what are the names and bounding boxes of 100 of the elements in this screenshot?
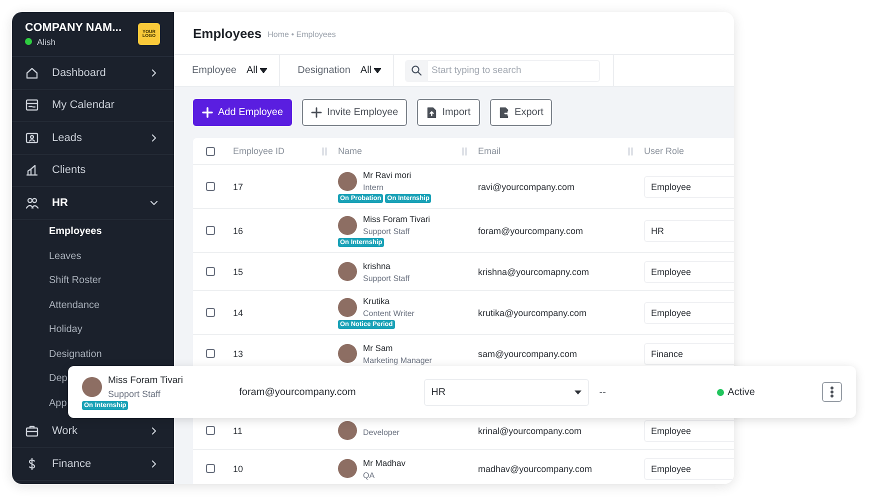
employee-name[interactable]: Mr Sam	[363, 342, 432, 352]
checkbox[interactable]	[206, 349, 215, 358]
people-icon	[25, 196, 39, 210]
submenu-item[interactable]: Designation	[12, 342, 102, 366]
user-name: Alish	[37, 36, 56, 46]
employee-name[interactable]: Mr Madhav	[363, 458, 406, 468]
table-cell: krinal@yourcompany.com	[478, 426, 582, 436]
employee-name[interactable]: Miss Foram Tivari	[363, 214, 430, 224]
role-dropdown[interactable]: Finance	[644, 342, 734, 364]
submenu-item[interactable]: App	[12, 391, 67, 416]
checkbox[interactable]	[206, 182, 215, 191]
checkbox[interactable]	[206, 426, 215, 435]
chevron-right-icon	[149, 426, 159, 436]
reports-to: --	[599, 386, 607, 398]
table-cell: 15	[233, 266, 244, 276]
role-dropdown[interactable]: Employee	[644, 420, 734, 442]
role-dropdown[interactable]: HR	[424, 378, 590, 406]
table-cell: sam@yourcompany.com	[478, 348, 577, 358]
bar-chart-icon	[25, 163, 39, 178]
table-cell: 11	[233, 426, 242, 436]
table-cell: krishna@yourcomapny.com	[478, 266, 590, 276]
chevron-right-icon	[149, 68, 159, 78]
checkbox[interactable]	[206, 146, 215, 156]
toolbar-button[interactable]: Import	[417, 99, 480, 126]
designation: Support Staff	[363, 227, 411, 236]
table-cell: 17	[233, 182, 244, 192]
avatar	[338, 421, 357, 440]
designation: Support Staff	[108, 388, 162, 398]
caret-icon	[374, 68, 381, 73]
toolbar-button[interactable]: Invite Employee	[302, 99, 408, 126]
submenu-item[interactable]: Attendance	[12, 293, 100, 318]
designation: Developer	[363, 428, 400, 436]
checkbox[interactable]	[206, 308, 215, 317]
checkbox[interactable]	[206, 464, 215, 473]
sort-icon	[627, 146, 634, 156]
designation: Content Writer	[363, 309, 414, 318]
caret-icon	[574, 390, 582, 394]
filter-label: Designation	[298, 65, 350, 76]
filter-dropdown[interactable]: All	[360, 65, 381, 76]
sort-icon	[461, 146, 468, 156]
chevron-right-icon	[149, 132, 159, 143]
table-cell: 16	[233, 226, 244, 236]
search-icon	[410, 65, 422, 76]
email: foram@yourcompany.com	[239, 386, 357, 398]
file-upload-icon	[426, 107, 438, 118]
id-card-icon	[25, 130, 39, 145]
employee-name[interactable]: Mr Ravi mori	[363, 170, 412, 180]
more-options-button[interactable]	[822, 382, 842, 402]
avatar	[338, 459, 357, 478]
briefcase-icon	[25, 424, 39, 438]
table-cell: 13	[233, 348, 244, 358]
designation: Support Staff	[363, 274, 410, 282]
role-dropdown[interactable]: Employee	[644, 260, 734, 282]
search-field[interactable]: Start typing to search	[428, 60, 600, 82]
employee-name[interactable]: krishna	[363, 260, 410, 270]
caret-icon	[260, 68, 267, 73]
avatar	[338, 262, 357, 281]
plus-icon	[311, 107, 322, 118]
checkbox[interactable]	[206, 267, 215, 276]
table-cell: madhav@yourcompany.com	[478, 464, 592, 474]
table-cell: ravi@yourcompany.com	[478, 182, 574, 192]
house-icon	[25, 66, 39, 80]
company-name: COMPANY NAM...	[25, 22, 122, 34]
plus-icon	[202, 107, 213, 118]
designation: Marketing Manager	[363, 356, 432, 364]
role-dropdown[interactable]: Employee	[644, 176, 734, 198]
role-dropdown[interactable]: HR	[644, 220, 734, 242]
breadcrumb: Home • Employees	[268, 30, 336, 38]
designation: Intern	[363, 183, 384, 192]
role-dropdown[interactable]: Employee	[644, 458, 734, 480]
toolbar-button[interactable]: Add Employee	[193, 99, 292, 126]
submenu-item[interactable]: Leaves	[12, 244, 82, 268]
table-cell: krutika@yourcompany.com	[478, 308, 587, 318]
designation: QA	[363, 470, 376, 480]
page-title: Employees	[193, 26, 262, 40]
filter-label: Employee	[192, 65, 236, 76]
avatar	[82, 376, 102, 396]
submenu-item[interactable]: Dep	[12, 366, 68, 391]
table-cell: 10	[233, 464, 244, 474]
avatar	[338, 216, 357, 234]
avatar	[338, 172, 357, 190]
employee-name[interactable]: Krutika	[363, 296, 414, 306]
status-dot	[716, 388, 724, 396]
sort-icon	[321, 146, 328, 156]
table-cell: foram@yourcompany.com	[478, 226, 584, 236]
employee-name[interactable]: Miss Foram Tivari	[108, 374, 183, 386]
checkbox[interactable]	[206, 226, 215, 235]
toolbar-button[interactable]: Export	[490, 99, 552, 126]
kebab-icon	[830, 386, 834, 398]
avatar	[338, 344, 357, 363]
submenu-item[interactable]: Holiday	[12, 318, 82, 342]
status-label: Active	[728, 386, 755, 398]
avatar	[338, 298, 357, 316]
table-cell: 14	[233, 308, 244, 318]
submenu-item[interactable]: Shift Roster	[12, 268, 102, 293]
filter-dropdown[interactable]: All	[246, 65, 267, 76]
role-dropdown[interactable]: Employee	[644, 302, 734, 324]
submenu-item[interactable]: Employees	[12, 220, 102, 244]
file-export-icon	[498, 107, 510, 118]
chevron-right-icon	[149, 458, 159, 469]
